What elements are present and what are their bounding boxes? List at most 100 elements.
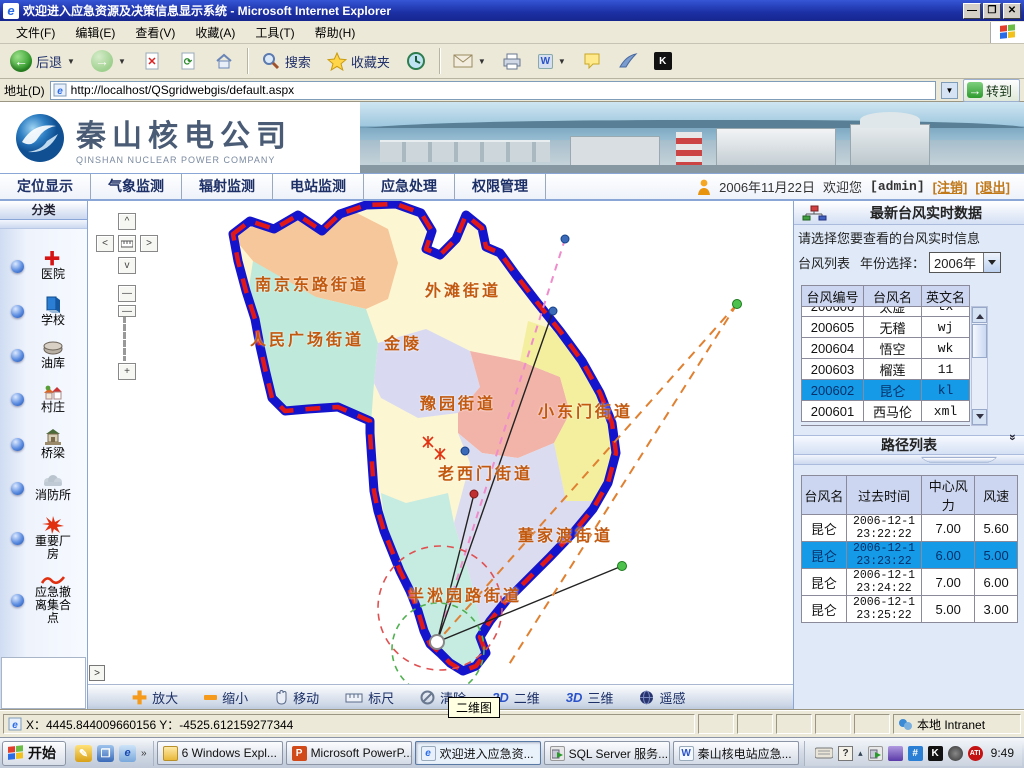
messenger-button[interactable] — [612, 47, 644, 75]
sidebar-item-school[interactable]: 学校 — [0, 295, 87, 327]
menu-tools[interactable]: 工具(T) — [245, 21, 304, 44]
history-button[interactable] — [400, 47, 432, 75]
path-list-header[interactable]: 路径列表 » — [794, 435, 1024, 455]
path-point-red[interactable] — [470, 490, 478, 498]
task-sql-server[interactable]: SQL Server 服务... — [544, 741, 670, 765]
help-tray-icon[interactable]: ? — [838, 746, 853, 761]
tab-radiation-monitor[interactable]: 辐射监测 — [182, 174, 273, 199]
menu-file[interactable]: 文件(F) — [6, 21, 65, 44]
tray-sql-icon[interactable] — [868, 746, 883, 761]
plugin-button[interactable]: K — [648, 48, 678, 74]
menu-view[interactable]: 查看(V) — [125, 21, 185, 44]
tray-grid-icon[interactable]: # — [908, 746, 923, 761]
favorites-button[interactable]: 收藏夹 — [321, 47, 396, 75]
tab-location-display[interactable]: 定位显示 — [0, 174, 91, 199]
typhoon-row[interactable]: 200604悟空wk — [802, 338, 970, 359]
typhoon-table-scrollbar[interactable] — [971, 306, 988, 426]
map-canvas[interactable] — [88, 201, 793, 685]
quicklaunch-pen-icon[interactable]: ✎ — [75, 745, 92, 762]
exit-link[interactable]: [退出] — [975, 177, 1010, 196]
scroll-down-button[interactable] — [972, 409, 987, 425]
tray-ati-icon[interactable]: ATI — [968, 746, 983, 761]
pan-up-button[interactable]: ^ — [118, 213, 136, 230]
path-point-green[interactable] — [618, 562, 627, 571]
path-row-selected[interactable]: 昆仑2006-12-1 23:23:226.005.00 — [802, 542, 1018, 569]
tray-kaspersky-icon[interactable]: K — [928, 746, 943, 761]
typhoon-row[interactable]: 200603榴莲11 — [802, 359, 970, 380]
splitter-grip[interactable] — [920, 457, 997, 463]
pan-left-button[interactable]: < — [96, 235, 114, 252]
typhoon-row[interactable]: 200606太虚tx — [802, 307, 970, 317]
sidebar-item-hospital[interactable]: 医院 — [0, 251, 87, 281]
typhoon-row-selected[interactable]: 200602昆仑kl — [802, 380, 970, 401]
task-word-doc[interactable]: W 秦山核电站应急... — [673, 741, 799, 765]
path-point-blue[interactable] — [549, 307, 557, 315]
zoom-slider-track[interactable] — [123, 317, 126, 361]
panel-splitter[interactable] — [794, 455, 1024, 465]
go-button[interactable]: → 转到 — [963, 79, 1020, 102]
sidebar-item-key-plant[interactable]: 重要厂房 — [0, 516, 87, 561]
pan-down-button[interactable]: v — [118, 257, 136, 274]
tray-volume-icon[interactable] — [948, 746, 963, 761]
path-row[interactable]: 昆仑2006-12-1 23:22:227.005.60 — [802, 515, 1018, 542]
tab-weather-monitor[interactable]: 气象监测 — [91, 174, 182, 199]
sidebar-item-assembly-point[interactable]: 应急撤离集合点 — [0, 575, 87, 625]
forward-button[interactable]: →▼ — [85, 46, 132, 76]
ie-quicklaunch-icon[interactable]: e — [119, 745, 136, 762]
tab-emergency-handling[interactable]: 应急处理 — [364, 174, 455, 199]
zoom-out-tool[interactable]: 缩小 — [204, 688, 248, 707]
sidebar-item-oil-depot[interactable]: 油库 — [0, 341, 87, 370]
logout-link[interactable]: [注销] — [933, 177, 968, 196]
year-dropdown-button[interactable] — [983, 253, 1000, 272]
year-select[interactable]: 2006年 — [929, 252, 1001, 273]
zoom-out-small-button[interactable]: — — [118, 285, 136, 302]
search-button[interactable]: 搜索 — [255, 47, 317, 75]
task-ie-current[interactable]: e 欢迎进入应急资... — [415, 741, 541, 765]
sidebar-item-fire-station[interactable]: 消防所 — [0, 474, 87, 502]
address-input[interactable]: e http://localhost/QSgridwebgis/default.… — [50, 81, 936, 100]
task-powerpoint[interactable]: P Microsoft PowerP... — [286, 741, 412, 765]
show-desktop-icon[interactable]: ❐ — [97, 745, 114, 762]
task-windows-explorer-group[interactable]: 6 Windows Expl...▼ — [157, 741, 283, 765]
path-point-blue[interactable] — [461, 447, 469, 455]
pan-tool[interactable]: 移动 — [274, 688, 319, 707]
collapse-chevron-icon[interactable]: » — [1006, 434, 1020, 456]
tab-permission-mgmt[interactable]: 权限管理 — [455, 174, 546, 199]
refresh-button[interactable]: ⟳ — [172, 47, 204, 75]
path-point-green[interactable] — [733, 300, 742, 309]
close-button[interactable]: ✕ — [1003, 3, 1021, 19]
start-button[interactable]: 开始 — [2, 741, 66, 766]
pan-center-button[interactable] — [118, 235, 136, 252]
typhoon-row[interactable]: 200605无稽wj — [802, 317, 970, 338]
path-row[interactable]: 昆仑2006-12-1 23:25:225.003.00 — [802, 596, 1018, 623]
minimize-button[interactable]: — — [963, 3, 981, 19]
ruler-tool[interactable]: 标尺 — [345, 688, 394, 707]
sidebar-item-bridge[interactable]: 桥梁 — [0, 428, 87, 460]
tab-station-monitor[interactable]: 电站监测 — [273, 174, 364, 199]
stop-button[interactable]: ✕ — [136, 47, 168, 75]
sidebar-item-village[interactable]: 村庄 — [0, 384, 87, 414]
tray-collapse-chevron[interactable]: ▴ — [858, 748, 863, 759]
menu-favorites[interactable]: 收藏(A) — [185, 21, 245, 44]
menu-help[interactable]: 帮助(H) — [305, 21, 366, 44]
zoom-slider-plus[interactable]: + — [118, 363, 136, 380]
restore-button[interactable]: ❐ — [983, 3, 1001, 19]
remote-sensing-tool[interactable]: 遥感 — [639, 688, 685, 707]
expand-panel-button[interactable]: > — [89, 665, 105, 681]
menu-edit[interactable]: 编辑(E) — [65, 21, 125, 44]
back-button[interactable]: ← 后退▼ — [4, 46, 81, 76]
tray-display-icon[interactable] — [888, 746, 903, 761]
home-button[interactable] — [208, 47, 240, 75]
scroll-thumb[interactable] — [972, 324, 987, 358]
quicklaunch-overflow-chevron[interactable]: » — [141, 748, 147, 759]
discuss-button[interactable] — [576, 47, 608, 75]
zoom-in-tool[interactable]: ✚放大 — [132, 688, 178, 707]
typhoon-row[interactable]: 200601西马伦xml — [802, 401, 970, 422]
scroll-up-button[interactable] — [972, 307, 987, 323]
typhoon-center-point[interactable] — [430, 635, 444, 649]
address-dropdown-button[interactable]: ▼ — [941, 82, 958, 99]
print-button[interactable] — [496, 47, 528, 75]
view-3d-tool[interactable]: 3D三维 — [566, 688, 614, 707]
path-row[interactable]: 昆仑2006-12-1 23:24:227.006.00 — [802, 569, 1018, 596]
zoom-slider-minus[interactable]: — — [118, 305, 136, 317]
